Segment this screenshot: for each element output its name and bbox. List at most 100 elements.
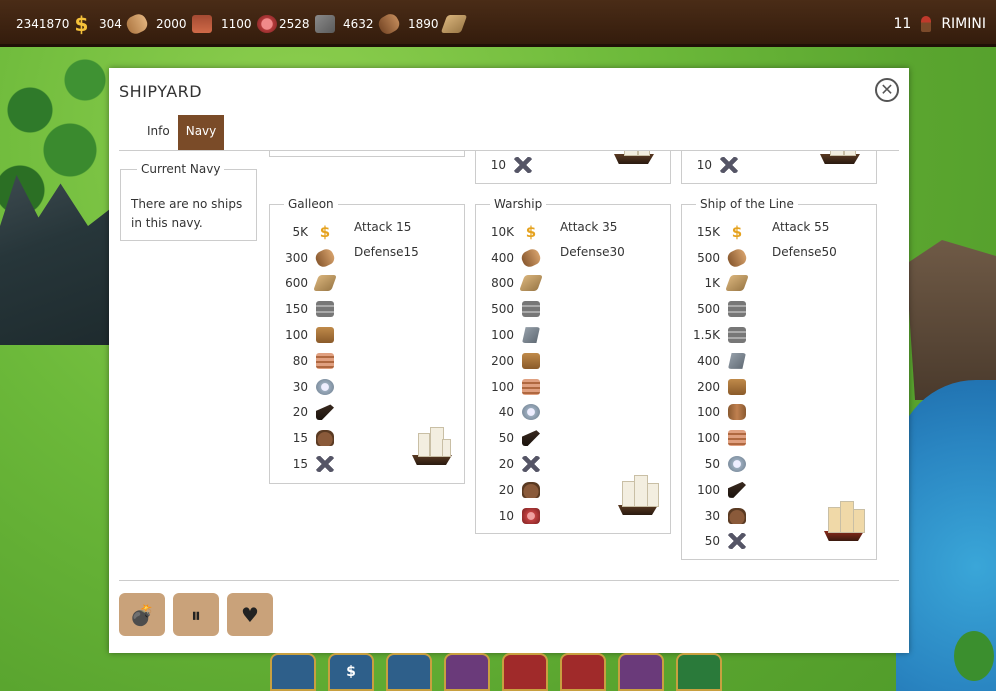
ship-list[interactable]: 10 10 Galleon Attack 15 Defense15 5K $ 3…	[264, 151, 899, 578]
resource-stone: 2528	[279, 0, 335, 47]
gold-coin-icon: $	[74, 11, 89, 36]
background-tree	[954, 631, 994, 681]
cost-qty: 80	[292, 353, 308, 368]
cost-row: 200	[484, 348, 540, 374]
defense-value: 50	[821, 245, 837, 259]
attack-label: Attack	[354, 220, 393, 234]
restaurant-icon[interactable]	[676, 653, 722, 691]
cost-qty: 15	[292, 457, 308, 472]
sword-icon	[316, 456, 334, 473]
cost-qty: 200	[697, 379, 720, 394]
cost-qty: 15	[292, 431, 308, 446]
defense-label: Defense	[772, 245, 822, 259]
cost-row: 400	[484, 245, 543, 271]
brick-icon	[191, 14, 212, 33]
cost-qty: 500	[697, 250, 720, 265]
cloth-icon	[728, 430, 746, 447]
cost-row: 15	[278, 451, 334, 477]
library-icon[interactable]	[560, 653, 606, 691]
warship-icon	[614, 475, 662, 519]
crate-icon	[522, 352, 540, 369]
tab-navy[interactable]: Navy	[177, 115, 225, 150]
cost-qty: 400	[491, 250, 514, 265]
gold-coin-icon: $	[319, 222, 331, 241]
cost-qty: 150	[285, 302, 308, 317]
cost-row: 10K $	[484, 219, 540, 245]
defense-label: Defense	[354, 245, 404, 259]
pause-icon: ⏸	[191, 602, 201, 627]
cost-qty: 20	[292, 405, 308, 420]
attack-value: 35	[602, 220, 618, 234]
galleon-icon	[408, 427, 456, 469]
resource-wood: 304	[99, 0, 150, 47]
cost-row: 100	[690, 477, 746, 503]
crate-icon	[316, 327, 334, 344]
wood-icon	[725, 246, 749, 269]
cost-row: 30	[278, 374, 334, 400]
close-button[interactable]: ✕	[875, 78, 899, 102]
tab-bar: Info Navy	[139, 115, 225, 150]
city-name: RIMINI	[941, 15, 986, 32]
cost-qty: 300	[285, 250, 308, 265]
bank-icon[interactable]: $	[328, 653, 374, 691]
cost-row: 5K $	[278, 219, 334, 245]
ingot-icon	[522, 327, 540, 344]
tab-info[interactable]: Info	[139, 115, 178, 150]
ship-card-galleon[interactable]: Galleon Attack 15 Defense 15 5K $ 300 600 …	[269, 197, 465, 484]
ship-name: Galleon	[284, 197, 338, 211]
dialog-title: SHIPYARD	[119, 82, 203, 101]
cost-row: 20	[484, 451, 540, 477]
cost-row: 200	[690, 374, 746, 400]
cloth-icon	[522, 378, 540, 395]
cost-qty: 15K	[696, 224, 720, 239]
cost-qty: 200	[491, 353, 514, 368]
resource-gold: 2341870 $	[16, 0, 88, 47]
cost-row: 50	[690, 529, 746, 555]
plank-icon	[725, 275, 749, 292]
cloth-icon	[316, 352, 334, 369]
cost-qty: 10	[696, 157, 712, 172]
church-icon[interactable]	[618, 653, 664, 691]
cost-row: 15	[278, 425, 334, 451]
cost-list: 15K $ 500 1K 500 1.5K 400 200 100 100 50 …	[690, 219, 749, 555]
ship-stats: Attack 55 Defense50	[772, 215, 837, 265]
resource-value: 2000	[156, 16, 187, 31]
ship-card-warship[interactable]: Warship Attack 35 Defense30 10K $ 400 800…	[475, 197, 671, 534]
resource-plank: 1890	[408, 0, 467, 47]
cost-list: 10K $ 400 800 500 100 200 100 40 50 20 20…	[484, 219, 543, 529]
resource-brick: 2000	[156, 0, 212, 47]
current-navy-box: Current Navy There are no ships in this …	[120, 162, 257, 241]
cost-list: 5K $ 300 600 150 100 80 30 20 15 15	[278, 219, 337, 477]
cost-qty: 500	[697, 302, 720, 317]
cost-qty: 1K	[704, 276, 720, 291]
cost-row: 20	[484, 477, 540, 503]
resource-log: 4632	[343, 0, 402, 47]
heart-button[interactable]: ♥	[227, 593, 273, 636]
gold-coin-icon: $	[525, 222, 537, 241]
bank-glyph: $	[346, 664, 356, 680]
cost-row: 15K $	[690, 219, 746, 245]
cost-qty: 50	[704, 534, 720, 549]
current-navy-text: There are no ships in this navy.	[131, 197, 243, 230]
tavern-icon[interactable]	[502, 653, 548, 691]
market-icon[interactable]	[386, 653, 432, 691]
sack-icon	[728, 507, 746, 524]
cost-row: 500	[690, 296, 746, 322]
rope-icon	[522, 404, 540, 421]
gold-coin-icon: $	[731, 222, 743, 241]
house-icon[interactable]	[270, 653, 316, 691]
academy-icon[interactable]	[444, 653, 490, 691]
bomb-button[interactable]: 💣	[119, 593, 165, 636]
pause-button[interactable]: ⏸	[173, 593, 219, 636]
city-info[interactable]: 11 RIMINI	[894, 0, 986, 47]
warship-icon	[610, 151, 658, 168]
heart-icon: ♥	[241, 602, 259, 627]
close-icon: ✕	[880, 80, 894, 99]
attack-value: 55	[814, 220, 830, 234]
cost-row: 100	[484, 322, 540, 348]
ship-card-ship-of-the-line[interactable]: Ship of the Line Attack 55 Defense50 15K…	[681, 197, 877, 560]
iron-icon	[728, 327, 746, 344]
cost-row: 600	[278, 271, 337, 297]
cost-row: 1.5K	[690, 322, 746, 348]
bomb-icon: 💣	[129, 602, 155, 627]
